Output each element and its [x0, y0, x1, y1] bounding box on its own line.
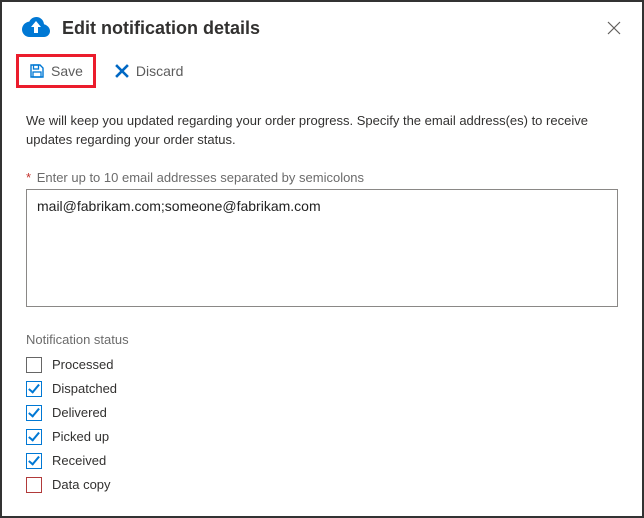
- email-label-text: Enter up to 10 email addresses separated…: [37, 170, 364, 185]
- save-button[interactable]: Save: [16, 54, 96, 88]
- cloud-upload-icon: [20, 12, 52, 44]
- status-checkbox[interactable]: [26, 453, 42, 469]
- status-label: Dispatched: [52, 381, 117, 396]
- edit-notification-panel: Edit notification details Save Discard W…: [0, 0, 644, 518]
- status-label: Data copy: [52, 477, 111, 492]
- description-text: We will keep you updated regarding your …: [26, 112, 618, 150]
- status-row-received: Received: [26, 453, 618, 469]
- status-label: Delivered: [52, 405, 107, 420]
- toolbar: Save Discard: [2, 50, 642, 94]
- save-label: Save: [51, 63, 83, 79]
- email-input[interactable]: [26, 189, 618, 307]
- status-row-datacopy: Data copy: [26, 477, 618, 493]
- close-button[interactable]: [600, 14, 628, 42]
- status-checkbox[interactable]: [26, 381, 42, 397]
- status-row-processed: Processed: [26, 357, 618, 373]
- panel-title: Edit notification details: [62, 18, 600, 39]
- status-checkbox[interactable]: [26, 477, 42, 493]
- discard-label: Discard: [136, 63, 183, 79]
- status-checkbox[interactable]: [26, 429, 42, 445]
- panel-header: Edit notification details: [2, 2, 642, 50]
- status-checkbox[interactable]: [26, 357, 42, 373]
- status-checkbox[interactable]: [26, 405, 42, 421]
- status-row-dispatched: Dispatched: [26, 381, 618, 397]
- save-icon: [29, 63, 45, 79]
- status-row-delivered: Delivered: [26, 405, 618, 421]
- status-label: Processed: [52, 357, 113, 372]
- discard-icon: [114, 63, 130, 79]
- discard-button[interactable]: Discard: [104, 57, 193, 85]
- required-marker: *: [26, 170, 31, 185]
- status-label: Received: [52, 453, 106, 468]
- email-field-label: * Enter up to 10 email addresses separat…: [26, 170, 618, 185]
- panel-content: We will keep you updated regarding your …: [2, 94, 642, 511]
- status-row-pickedup: Picked up: [26, 429, 618, 445]
- status-heading: Notification status: [26, 332, 618, 347]
- status-label: Picked up: [52, 429, 109, 444]
